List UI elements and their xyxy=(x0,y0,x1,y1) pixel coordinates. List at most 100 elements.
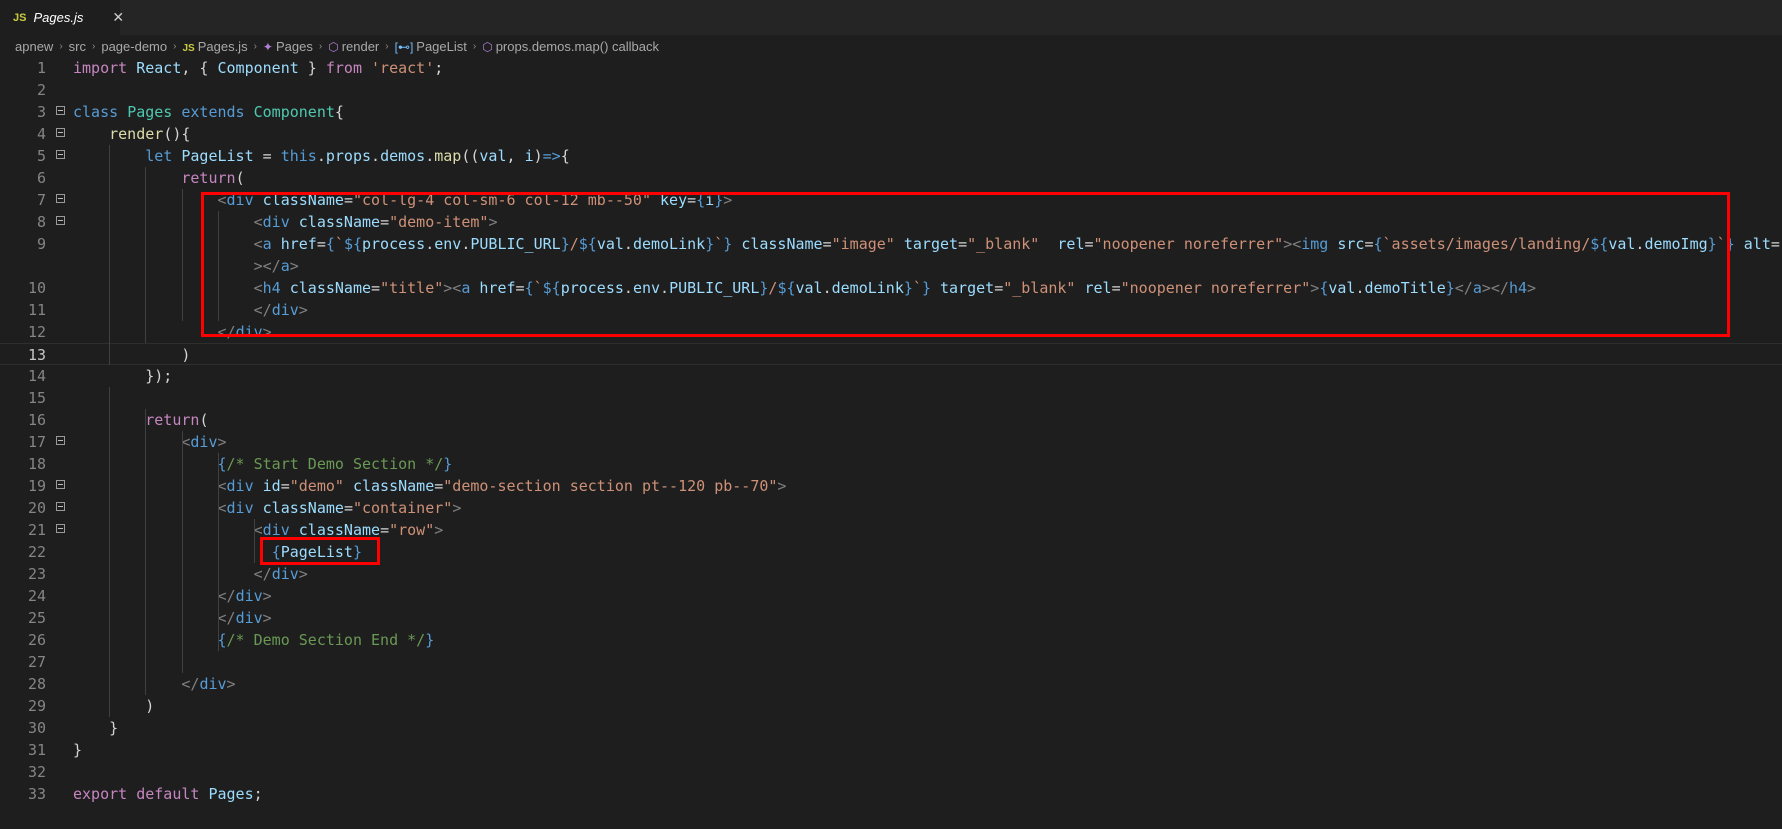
code-token: { xyxy=(217,631,227,649)
fold-toggle-icon[interactable] xyxy=(56,194,65,203)
indent-guide xyxy=(181,431,183,673)
code-token: alt xyxy=(1743,235,1771,253)
code-line[interactable]: 3 class Pages extends Component{ xyxy=(0,101,1782,123)
variable-symbol-icon: [⊷] xyxy=(394,39,414,54)
code-line[interactable]: 25 </div> xyxy=(0,607,1782,629)
code-line[interactable]: 16 return( xyxy=(0,409,1782,431)
code-line[interactable]: 1 import React, { Component } from 'react… xyxy=(0,57,1782,79)
breadcrumb-item[interactable]: ✦ Pages xyxy=(263,39,313,54)
code-text: return( xyxy=(73,167,244,189)
code-line[interactable]: 15 xyxy=(0,387,1782,409)
code-token: . xyxy=(316,147,326,165)
code-token: </ xyxy=(253,565,272,583)
fold-toggle-icon[interactable] xyxy=(56,150,65,159)
fold-toggle-icon[interactable] xyxy=(56,436,65,445)
code-token: val xyxy=(479,147,507,165)
code-line[interactable]: 14 }); xyxy=(0,365,1782,387)
line-number: 33 xyxy=(27,785,46,803)
code-line[interactable]: 5 let PageList = this.props.demos.map((v… xyxy=(0,145,1782,167)
js-file-icon: JS xyxy=(182,42,195,54)
code-token: ) xyxy=(533,147,543,165)
method-symbol-icon: ⬡ xyxy=(328,39,339,54)
code-token: demos xyxy=(380,147,426,165)
breadcrumb-item[interactable]: ⬡ render xyxy=(328,39,379,54)
code-line[interactable]: 19 <div id="demo" className="demo-sectio… xyxy=(0,475,1782,497)
code-line[interactable]: 29 ) xyxy=(0,695,1782,717)
line-number: 23 xyxy=(27,565,46,583)
breadcrumb-item[interactable]: apnew xyxy=(15,39,53,54)
code-line[interactable]: 31} xyxy=(0,739,1782,761)
breadcrumb-label: apnew xyxy=(15,38,54,54)
code-token: = xyxy=(343,499,353,517)
breadcrumb-item[interactable]: [⊷] PageList xyxy=(395,39,467,54)
js-file-icon: JS xyxy=(13,11,27,24)
code-token: /* Start Demo Section */ xyxy=(226,455,444,473)
code-token: ) xyxy=(181,346,191,364)
code-line[interactable]: 6 return( xyxy=(0,167,1782,189)
code-line[interactable]: 4 render(){ xyxy=(0,123,1782,145)
indent-guide xyxy=(254,519,255,563)
code-line[interactable]: 23 </div> xyxy=(0,563,1782,585)
code-line[interactable]: 26 {/* Demo Section End */} xyxy=(0,629,1782,651)
code-text: <div className="row"> xyxy=(73,519,444,541)
breadcrumb-item[interactable]: page-demo xyxy=(101,39,167,54)
code-line[interactable]: 13 ) xyxy=(0,343,1782,365)
tab-pages-js[interactable]: JS Pages.js ✕ xyxy=(0,0,124,35)
code-token: = xyxy=(1770,235,1780,253)
code-line[interactable]: 18 {/* Start Demo Section */} xyxy=(0,453,1782,475)
line-number: 32 xyxy=(27,763,46,781)
code-line[interactable]: 17 <div> xyxy=(0,431,1782,453)
code-token: { xyxy=(217,455,227,473)
code-text: {/* Start Demo Section */} xyxy=(73,453,453,475)
code-line[interactable]: 28 </div> xyxy=(0,673,1782,695)
fold-toggle-icon[interactable] xyxy=(56,480,65,489)
fold-toggle-icon[interactable] xyxy=(56,502,65,511)
code-text: <div id="demo" className="demo-section s… xyxy=(73,475,787,497)
code-token: > xyxy=(434,521,444,539)
line-number: 22 xyxy=(27,543,46,561)
breadcrumb-label: page-demo xyxy=(101,38,168,54)
code-token: Pages xyxy=(127,103,182,121)
code-line[interactable]: 20 <div className="container"> xyxy=(0,497,1782,519)
breadcrumb-label: PageList xyxy=(416,38,467,54)
code-editor[interactable]: 1 import React, { Component } from 'react… xyxy=(0,57,1782,829)
code-line[interactable]: 33 export default Pages; xyxy=(0,783,1782,805)
code-token: . xyxy=(371,147,381,165)
code-token: > xyxy=(262,609,272,627)
close-icon[interactable]: ✕ xyxy=(112,9,124,26)
breadcrumb-label: render xyxy=(341,38,380,54)
code-line[interactable]: 30 } xyxy=(0,717,1782,739)
fold-toggle-icon[interactable] xyxy=(56,216,65,225)
code-token: this xyxy=(280,147,317,165)
fold-toggle-icon[interactable] xyxy=(56,106,65,115)
code-line[interactable]: 32 xyxy=(0,761,1782,783)
code-text: }); xyxy=(73,365,172,387)
fold-toggle-icon[interactable] xyxy=(56,524,65,533)
code-line[interactable]: 2 xyxy=(0,79,1782,101)
line-number: 3 xyxy=(36,103,46,121)
code-line[interactable]: 27 xyxy=(0,651,1782,673)
breadcrumb-item[interactable]: ⬡ props.demos.map() callback xyxy=(482,39,659,54)
breadcrumb-item[interactable]: JS Pages.js xyxy=(182,39,247,54)
chevron-right-icon: › xyxy=(472,40,477,52)
code-text: </div> xyxy=(73,607,272,629)
tab-bar: JS Pages.js ✕ xyxy=(0,0,1782,35)
code-token: ; xyxy=(253,785,263,803)
breadcrumb-item[interactable]: src xyxy=(69,39,86,54)
code-token: extends xyxy=(181,103,254,121)
line-number: 30 xyxy=(27,719,46,737)
code-token: = xyxy=(434,477,444,495)
fold-toggle-icon[interactable] xyxy=(56,128,65,137)
indent-guide xyxy=(217,453,219,651)
code-line[interactable]: 24 </div> xyxy=(0,585,1782,607)
chevron-right-icon: › xyxy=(318,40,323,52)
chevron-right-icon: › xyxy=(92,40,96,52)
indent-guide xyxy=(145,409,147,695)
code-token: className xyxy=(352,477,435,495)
code-token: "demo-section section pt--120 pb--70" xyxy=(443,477,778,495)
